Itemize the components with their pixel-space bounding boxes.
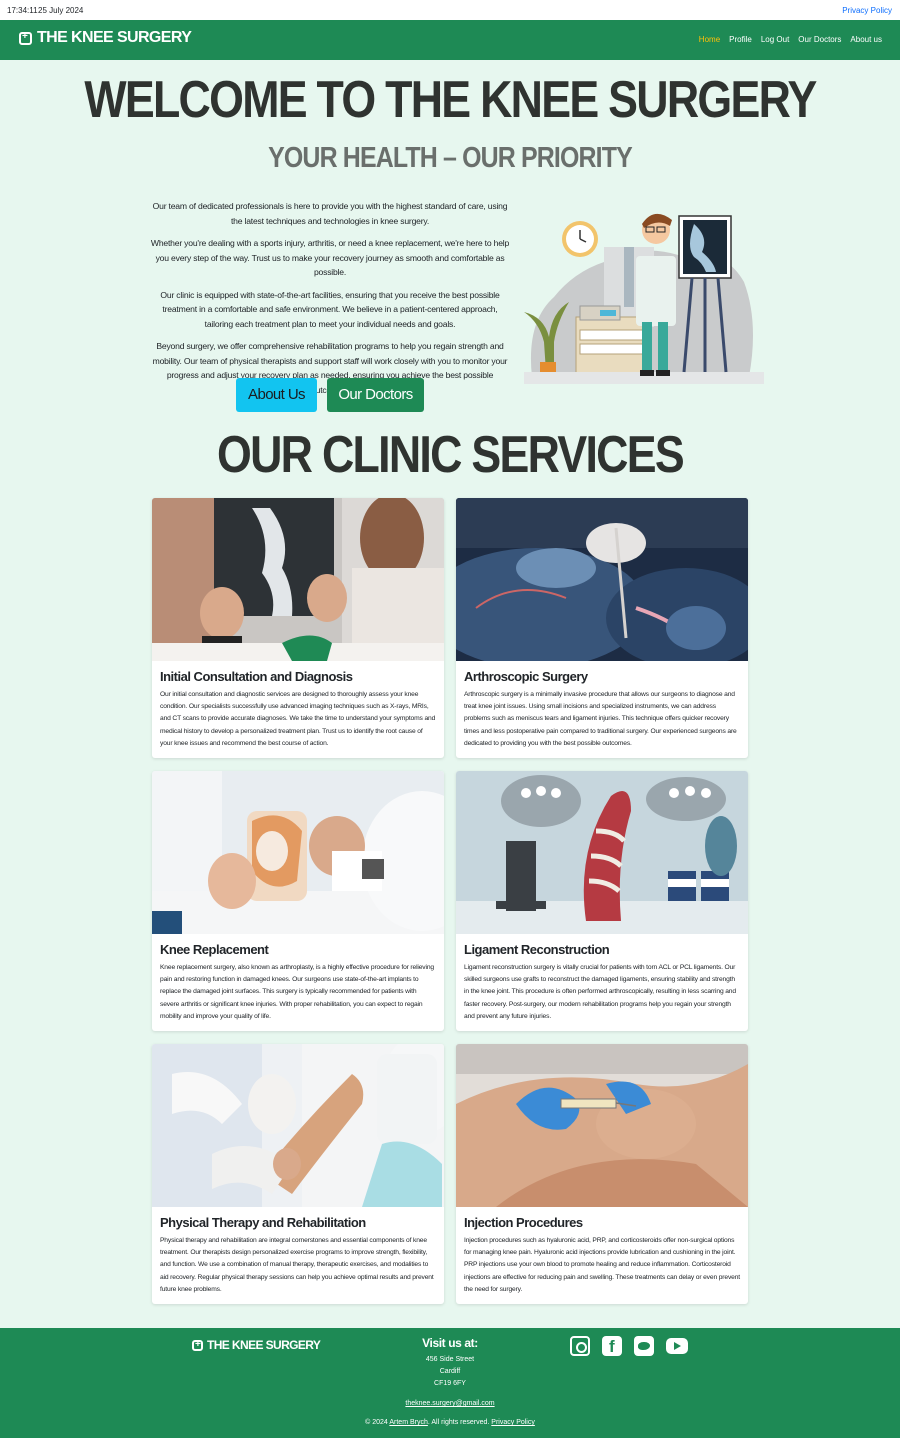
address-line: 456 Side Street [425, 1356, 475, 1363]
copyright: © 2024 Artem Brych. All rights reserved.… [0, 1419, 900, 1426]
intro-text: Our team of dedicated professionals is h… [148, 199, 512, 405]
card-title: Arthroscopic Surgery [464, 669, 588, 684]
footer-address: Visit us at: 456 Side Street Cardiff CF1… [390, 1336, 510, 1390]
card-body: Ligament reconstruction surgery is vital… [464, 964, 736, 1020]
facebook-icon[interactable] [602, 1336, 622, 1357]
privacy-policy-link[interactable]: Privacy Policy [842, 6, 892, 15]
our-doctors-button[interactable]: Our Doctors [327, 378, 424, 412]
service-card-injection[interactable]: Injection Procedures Injection procedure… [456, 1044, 748, 1304]
intro-paragraph: Whether you're dealing with a sports inj… [150, 238, 510, 277]
footer-brand[interactable]: THE KNEE SURGERY [192, 1338, 321, 1352]
footer-email: theknee.surgery@gmail.com [0, 1400, 900, 1407]
intro-paragraph: Our team of dedicated professionals is h… [152, 201, 508, 226]
physical-therapy-photo [152, 1044, 444, 1207]
service-card-ligament[interactable]: Ligament Reconstruction Ligament reconst… [456, 771, 748, 1031]
address-line: CF19 6FY [434, 1380, 466, 1387]
service-card-consultation[interactable]: Initial Consultation and Diagnosis Our i… [152, 498, 444, 758]
instagram-icon[interactable] [570, 1336, 590, 1356]
brand-name: THE KNEE SURGERY [37, 29, 192, 46]
nav-links: Home Profile Log Out Our Doctors About u… [699, 35, 882, 44]
nav-home[interactable]: Home [699, 35, 720, 44]
clinic-plus-icon [19, 31, 32, 45]
arthroscopic-surgery-photo [456, 498, 748, 668]
page-subtitle: YOUR HEALTH – OUR PRIORITY [268, 142, 633, 174]
social-links [570, 1336, 688, 1357]
service-card-arthroscopic[interactable]: Arthroscopic Surgery Arthroscopic surger… [456, 498, 748, 758]
card-body: Our initial consultation and diagnostic … [160, 691, 436, 747]
card-title: Initial Consultation and Diagnosis [160, 669, 353, 684]
ligament-reconstruction-photo [456, 771, 748, 934]
twitter-icon[interactable] [634, 1336, 654, 1356]
card-body: Physical therapy and rehabilitation are … [160, 1237, 434, 1293]
card-body: Knee replacement surgery, also known as … [160, 964, 434, 1020]
clinic-plus-icon [192, 1339, 203, 1351]
card-title: Injection Procedures [464, 1215, 583, 1230]
about-us-button[interactable]: About Us [236, 378, 317, 412]
nav-our-doctors[interactable]: Our Doctors [798, 35, 841, 44]
intro-paragraph: Our clinic is equipped with state-of-the… [160, 289, 500, 329]
page-title: WELCOME TO THE KNEE SURGERY [84, 71, 817, 129]
author-link[interactable]: Artem Brych [389, 1419, 428, 1426]
footer-brand-name: THE KNEE SURGERY [207, 1338, 321, 1352]
card-title: Ligament Reconstruction [464, 942, 610, 957]
nav-logout[interactable]: Log Out [761, 35, 789, 44]
service-card-physical-therapy[interactable]: Physical Therapy and Rehabilitation Phys… [152, 1044, 444, 1304]
knee-injection-photo [456, 1044, 748, 1207]
services-title: OUR CLINIC SERVICES [217, 426, 685, 484]
current-date: 25 July 2024 [38, 6, 84, 15]
nav-profile[interactable]: Profile [729, 35, 752, 44]
card-body: Injection procedures such as hyaluronic … [464, 1237, 740, 1293]
nav-about-us[interactable]: About us [850, 35, 882, 44]
brand-logo[interactable]: THE KNEE SURGERY [19, 29, 192, 47]
service-card-knee-replacement[interactable]: Knee Replacement Knee replacement surger… [152, 771, 444, 1031]
copyright-prefix: © 2024 [365, 1419, 388, 1426]
copyright-suffix: . All rights reserved. [427, 1419, 490, 1426]
youtube-icon[interactable] [666, 1338, 688, 1354]
footer-privacy-link[interactable]: Privacy Policy [491, 1419, 535, 1426]
footer: THE KNEE SURGERY Visit us at: 456 Side S… [0, 1328, 900, 1438]
address-line: Cardiff [439, 1368, 461, 1375]
card-title: Physical Therapy and Rehabilitation [160, 1215, 366, 1230]
email-link[interactable]: theknee.surgery@gmail.com [405, 1400, 494, 1407]
navbar: THE KNEE SURGERY Home Profile Log Out Ou… [0, 20, 900, 60]
card-title: Knee Replacement [160, 942, 269, 957]
top-info-bar: 17:34:11 25 July 2024 Privacy Policy [0, 0, 900, 20]
doctor-illustration [524, 213, 764, 384]
visit-title: Visit us at: [422, 1336, 478, 1350]
card-body: Arthroscopic surgery is a minimally inva… [464, 691, 737, 747]
xray-consultation-photo [152, 498, 444, 661]
knee-model-photo [152, 771, 444, 934]
clock-time: 17:34:11 [7, 6, 38, 15]
